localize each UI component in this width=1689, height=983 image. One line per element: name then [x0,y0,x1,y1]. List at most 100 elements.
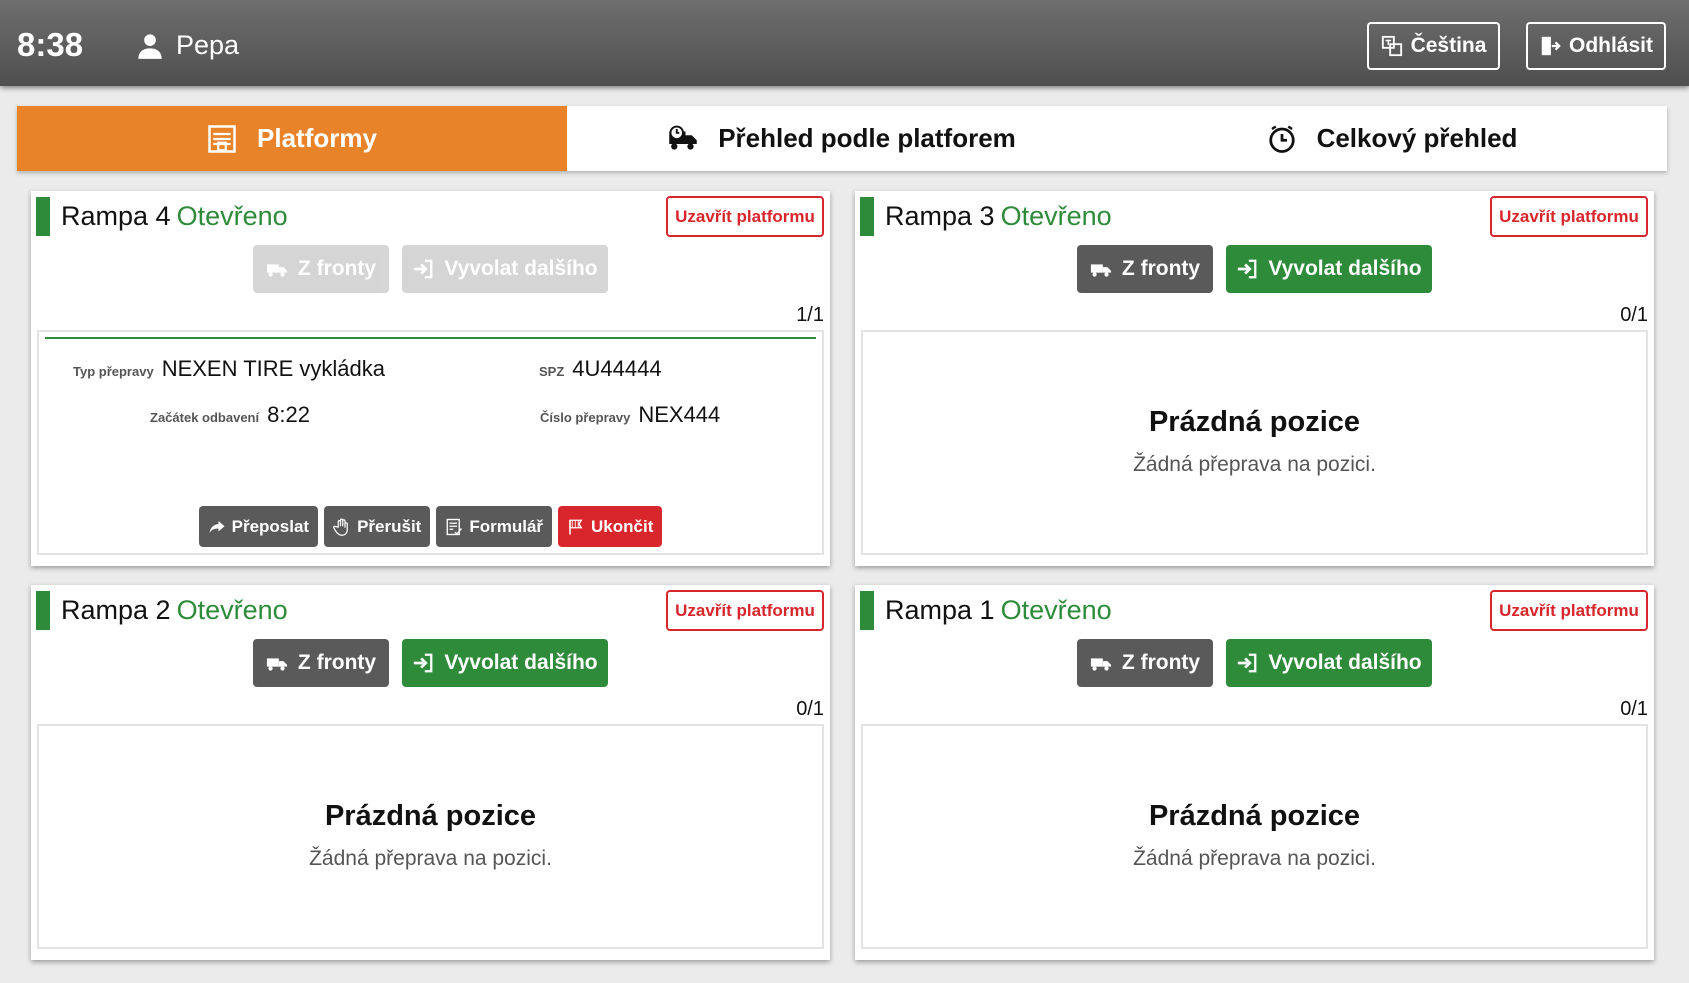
transport-type: Typ přepravy NEXEN TIRE vykládka [73,356,385,382]
occupancy-count: 0/1 [796,698,824,720]
empty-position-panel: Prázdná pozice Žádná přeprava na pozici. [861,330,1648,555]
interrupt-button[interactable]: Přerušit [324,506,431,547]
ramp-name: Rampa 4 [61,201,171,231]
truck-icon [266,264,288,277]
garage-icon [208,124,236,153]
transport-spz: SPZ 4U44444 [539,356,662,382]
ramp-card-3: Rampa 3 Otevřeno Uzavřít platformu Z fron… [855,191,1654,566]
empty-title: Prázdná pozice [1148,800,1361,832]
logout-label: Odhlásit [1568,34,1653,57]
user-info: Pepa [136,30,239,61]
occupancy-count: 0/1 [1620,698,1648,720]
empty-subtitle: Žádná přeprava na pozici. [1133,453,1376,476]
button-label: Vyvolat dalšího [444,257,598,280]
status-indicator [36,197,50,236]
button-label: Vyvolat dalšího [1268,651,1422,674]
button-label: Vyvolat dalšího [1268,257,1422,280]
field-label: Typ přepravy [73,364,154,379]
tab-overview-by-platform[interactable]: Přehled podle platforem [567,106,1117,171]
call-next-button[interactable]: Vyvolat dalšího [1226,245,1432,293]
user-icon [138,33,162,59]
ramp-actions: Z fronty Vyvolat dalšího [31,245,830,293]
from-queue-button[interactable]: Z fronty [1077,245,1213,293]
empty-position-panel: Prázdná pozice Žádná přeprava na pozici. [861,724,1648,949]
close-platform-button[interactable]: Uzavřít platformu [1490,196,1648,237]
field-value: 4U44444 [572,356,662,381]
status-indicator [860,591,874,630]
button-label: Z fronty [1121,651,1201,674]
field-label: SPZ [539,364,565,379]
field-value: NEX444 [638,402,721,427]
empty-title: Prázdná pozice [324,800,537,832]
field-label: Číslo přepravy [540,410,631,425]
button-label: Ukončit [591,516,654,536]
button-label: Z fronty [297,651,377,674]
occupancy-count: 0/1 [1620,304,1648,326]
transport-start: Začátek odbavení 8:22 [150,402,310,428]
language-label: Čeština [1410,34,1487,57]
button-label: Vyvolat dalšího [444,651,598,674]
status-indicator [860,197,874,236]
field-value: 8:22 [267,402,310,427]
ramp-title: Rampa 3 Otevřeno [885,201,1112,232]
close-platform-button[interactable]: Uzavřít platformu [666,590,824,631]
empty-subtitle: Žádná přeprava na pozici. [1133,847,1376,870]
button-label: Z fronty [1121,257,1201,280]
field-label: Začátek odbavení [150,410,260,425]
user-name: Pepa [176,30,240,60]
form-button[interactable]: Formulář [436,506,553,547]
close-platform-button[interactable]: Uzavřít platformu [1490,590,1648,631]
ramp-title: Rampa 1 Otevřeno [885,595,1112,626]
transport-actions: Přeposlat Přerušit Formulář Ukončit [39,506,822,547]
ramp-actions: Z fronty Vyvolat dalšího [855,245,1654,293]
truck-clock-icon [669,125,697,150]
truck-icon [1090,264,1112,277]
transport-divider [45,337,816,339]
tab-bar: Platformy Přehled podle platforem Celkov… [17,106,1667,171]
call-next-button[interactable]: Vyvolat dalšího [402,639,608,687]
ramp-status: Otevřeno [1000,595,1112,625]
ramp-status: Otevřeno [176,595,288,625]
tab-total-overview[interactable]: Celkový přehled [1117,106,1667,171]
transport-number: Číslo přepravy NEX444 [540,402,720,428]
language-button[interactable]: Čeština [1367,22,1500,70]
empty-title: Prázdná pozice [1148,406,1361,438]
button-label: Formulář [469,516,544,536]
close-platform-button[interactable]: Uzavřít platformu [666,196,824,237]
finish-button[interactable]: Ukončit [558,506,663,547]
forward-button[interactable]: Přeposlat [198,506,319,547]
button-label: Přerušit [357,516,422,536]
from-queue-button[interactable]: Z fronty [1077,639,1213,687]
call-next-button[interactable]: Vyvolat dalšího [1226,639,1432,687]
empty-position-panel: Prázdná pozice Žádná přeprava na pozici. [37,724,824,949]
button-label: Přeposlat [231,516,310,536]
tab-label: Přehled podle platforem [718,123,1016,153]
status-indicator [36,591,50,630]
tab-label: Celkový přehled [1316,123,1518,153]
ramp-actions: Z fronty Vyvolat dalšího [855,639,1654,687]
ramp-title: Rampa 4 Otevřeno [61,201,288,232]
truck-icon [266,658,288,671]
sign-in-icon [1238,653,1257,673]
share-arrow-icon [209,520,225,533]
hand-icon [333,518,348,536]
transport-panel: Typ přepravy NEXEN TIRE vykládka SPZ 4U4… [37,330,824,555]
logout-button[interactable]: Odhlásit [1526,22,1666,70]
from-queue-button[interactable]: Z fronty [253,245,389,293]
ramp-card-1: Rampa 1 Otevřeno Uzavřít platformu Z fron… [855,585,1654,960]
form-icon [446,518,463,535]
ramp-title: Rampa 2 Otevřeno [61,595,288,626]
ramp-name: Rampa 3 [885,201,995,231]
logout-icon [1541,36,1561,56]
ramp-name: Rampa 1 [885,595,995,625]
call-next-button[interactable]: Vyvolat dalšího [402,245,608,293]
empty-subtitle: Žádná přeprava na pozici. [309,847,552,870]
tab-platforms[interactable]: Platformy [17,106,567,171]
ramp-card-2: Rampa 2 Otevřeno Uzavřít platformu Z fron… [31,585,830,960]
ramp-status: Otevřeno [1000,201,1112,231]
button-label: Z fronty [297,257,377,280]
top-bar: 8:38 Pepa Čeština Odhlásit [0,0,1689,86]
from-queue-button[interactable]: Z fronty [253,639,389,687]
ramp-status: Otevřeno [176,201,288,231]
sign-in-icon [1238,259,1257,279]
